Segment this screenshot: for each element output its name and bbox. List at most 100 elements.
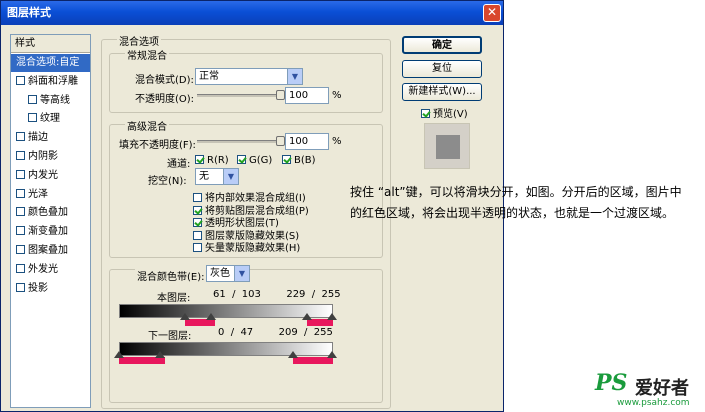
style-list-item[interactable]: 内发光 — [11, 167, 90, 185]
channel-b-label: B(B) — [294, 155, 316, 166]
style-checkbox[interactable] — [16, 207, 25, 217]
style-list-item[interactable]: 等高线 — [11, 92, 90, 110]
style-checkbox[interactable] — [16, 226, 25, 236]
under-layer-gradient-bar — [119, 342, 333, 356]
chevron-down-icon: ▼ — [287, 69, 302, 84]
style-checkbox[interactable] — [28, 94, 37, 104]
style-checkbox[interactable] — [16, 188, 25, 198]
ok-button[interactable]: 确定 — [402, 36, 482, 54]
fill-opacity-input[interactable]: 100 — [285, 133, 329, 150]
reset-button[interactable]: 复位 — [402, 60, 482, 78]
advanced-option[interactable]: 矢量蒙版隐藏效果(H) — [193, 239, 300, 254]
opacity-slider-handle[interactable] — [276, 90, 285, 100]
this-layer-black-handle-right[interactable] — [206, 313, 216, 320]
channel-g-label: G(G) — [249, 155, 273, 166]
blend-if-value: 灰色 — [210, 268, 230, 279]
this-layer-white-handle-left[interactable] — [302, 313, 312, 320]
blend-mode-label: 混合模式(D): — [135, 75, 194, 86]
style-list-item-label: 颜色叠加 — [28, 207, 68, 219]
style-checkbox[interactable] — [16, 132, 25, 142]
style-list-item-label: 渐变叠加 — [28, 226, 68, 238]
fill-opacity-slider-handle[interactable] — [276, 136, 285, 146]
preview-thumbnail — [424, 123, 470, 169]
close-icon[interactable]: ✕ — [483, 4, 501, 22]
site-logo: PS 爱好者 www.psahz.com — [595, 370, 700, 408]
under-layer-white-handle-right[interactable] — [327, 351, 337, 358]
channel-r[interactable]: R(R) — [195, 155, 229, 166]
chevron-down-icon: ▼ — [223, 169, 238, 184]
annotation-text: 按住 “alt”键，可以将滑块分开，如图。分开后的区域，图片中的红色区域，将会出… — [350, 185, 682, 220]
style-list: 样式 混合选项:自定 斜面和浮雕 等高线 纹理 描边 内阴影 内发光 光泽 颜色叠加 渐变叠加 图案… — [10, 34, 91, 408]
style-checkbox[interactable] — [16, 169, 25, 179]
opacity-input[interactable]: 100 — [285, 87, 329, 104]
this-layer-dark-range-marker — [185, 319, 215, 326]
preview-checkbox[interactable] — [421, 109, 430, 118]
under-layer-light-range-marker — [293, 357, 333, 364]
channel-r-checkbox[interactable] — [195, 155, 204, 164]
opacity-slider-track[interactable] — [197, 94, 281, 97]
this-layer-gradient-bar — [119, 304, 333, 318]
ps-logo-text: PS — [595, 370, 628, 396]
blend-mode-select[interactable]: 正常 ▼ — [195, 68, 303, 85]
fill-opacity-unit: % — [332, 136, 342, 147]
knockout-select[interactable]: 无 ▼ — [195, 168, 239, 185]
style-list-item[interactable]: 混合选项:自定 — [11, 54, 90, 72]
this-layer-black-handle-left[interactable] — [180, 313, 190, 320]
channel-g[interactable]: G(G) — [237, 155, 272, 166]
style-list-item[interactable]: 投影 — [11, 280, 90, 298]
style-list-item[interactable]: 渐变叠加 — [11, 223, 90, 241]
new-style-button[interactable]: 新建样式(W)... — [402, 83, 482, 101]
style-list-item[interactable]: 纹理 — [11, 110, 90, 128]
style-list-item[interactable]: 光泽 — [11, 186, 90, 204]
dialog-title-bar[interactable]: 图层样式 — [1, 1, 503, 25]
knockout-label: 挖空(N): — [148, 176, 187, 187]
style-list-item-label: 外发光 — [28, 263, 58, 275]
style-list-item-label: 斜面和浮雕 — [28, 75, 78, 87]
under-layer-black-handle-right[interactable] — [155, 351, 165, 358]
style-checkbox[interactable] — [16, 151, 25, 160]
style-checkbox[interactable] — [28, 113, 37, 123]
channels-label: 通道: — [167, 159, 191, 170]
style-list-item-label: 投影 — [28, 282, 48, 294]
opacity-unit: % — [332, 90, 342, 101]
this-layer-white-handle-right[interactable] — [327, 313, 337, 320]
this-layer-light-range-marker — [307, 319, 333, 326]
style-list-item-label: 内阴影 — [28, 151, 58, 162]
preview-swatch — [436, 135, 460, 159]
site-url: www.psahz.com — [617, 398, 690, 408]
channel-b-checkbox[interactable] — [282, 155, 291, 164]
this-layer-label: 本图层: — [157, 293, 191, 304]
style-list-item[interactable]: 内阴影 — [11, 148, 90, 166]
preview-toggle[interactable]: 预览(V) — [421, 105, 468, 120]
channel-b[interactable]: B(B) — [282, 155, 316, 166]
blend-mode-value: 正常 — [199, 71, 219, 82]
style-list-item-label: 纹理 — [40, 113, 60, 125]
blend-if-select[interactable]: 灰色 ▼ — [206, 265, 250, 282]
style-list-item[interactable]: 颜色叠加 — [11, 204, 90, 222]
preview-label: 预览(V) — [433, 109, 468, 120]
blend-if-label: 混合颜色带(E): — [135, 268, 207, 283]
blend-options-title: 混合选项 — [117, 33, 161, 48]
under-layer-white-handle-left[interactable] — [288, 351, 298, 358]
style-checkbox[interactable] — [16, 75, 25, 85]
advanced-option-label: 矢量蒙版隐藏效果(H) — [205, 243, 301, 254]
style-list-item[interactable]: 图案叠加 — [11, 242, 90, 260]
style-list-item[interactable]: 斜面和浮雕 — [11, 73, 90, 91]
fill-opacity-label: 填充不透明度(F): — [119, 140, 196, 151]
general-blending-title: 常规混合 — [125, 47, 169, 62]
style-list-item-label: 混合选项:自定 — [16, 57, 80, 68]
style-checkbox[interactable] — [16, 263, 25, 273]
dialog-title: 图层样式 — [7, 6, 51, 19]
advanced-option-checkbox[interactable] — [193, 243, 202, 252]
under-layer-values: 0 / 47 209 / 255 — [218, 327, 333, 338]
style-list-item[interactable]: 外发光 — [11, 261, 90, 279]
under-layer-black-handle-left[interactable] — [114, 351, 124, 358]
fill-opacity-slider-track[interactable] — [197, 140, 281, 143]
under-layer-dark-range-marker — [119, 357, 165, 364]
style-checkbox[interactable] — [16, 245, 25, 254]
site-name: 爱好者 — [635, 378, 689, 399]
channel-g-checkbox[interactable] — [237, 155, 246, 164]
style-list-item[interactable]: 描边 — [11, 129, 90, 147]
style-checkbox[interactable] — [16, 282, 25, 292]
this-layer-values: 61 / 103 229 / 255 — [213, 289, 341, 300]
